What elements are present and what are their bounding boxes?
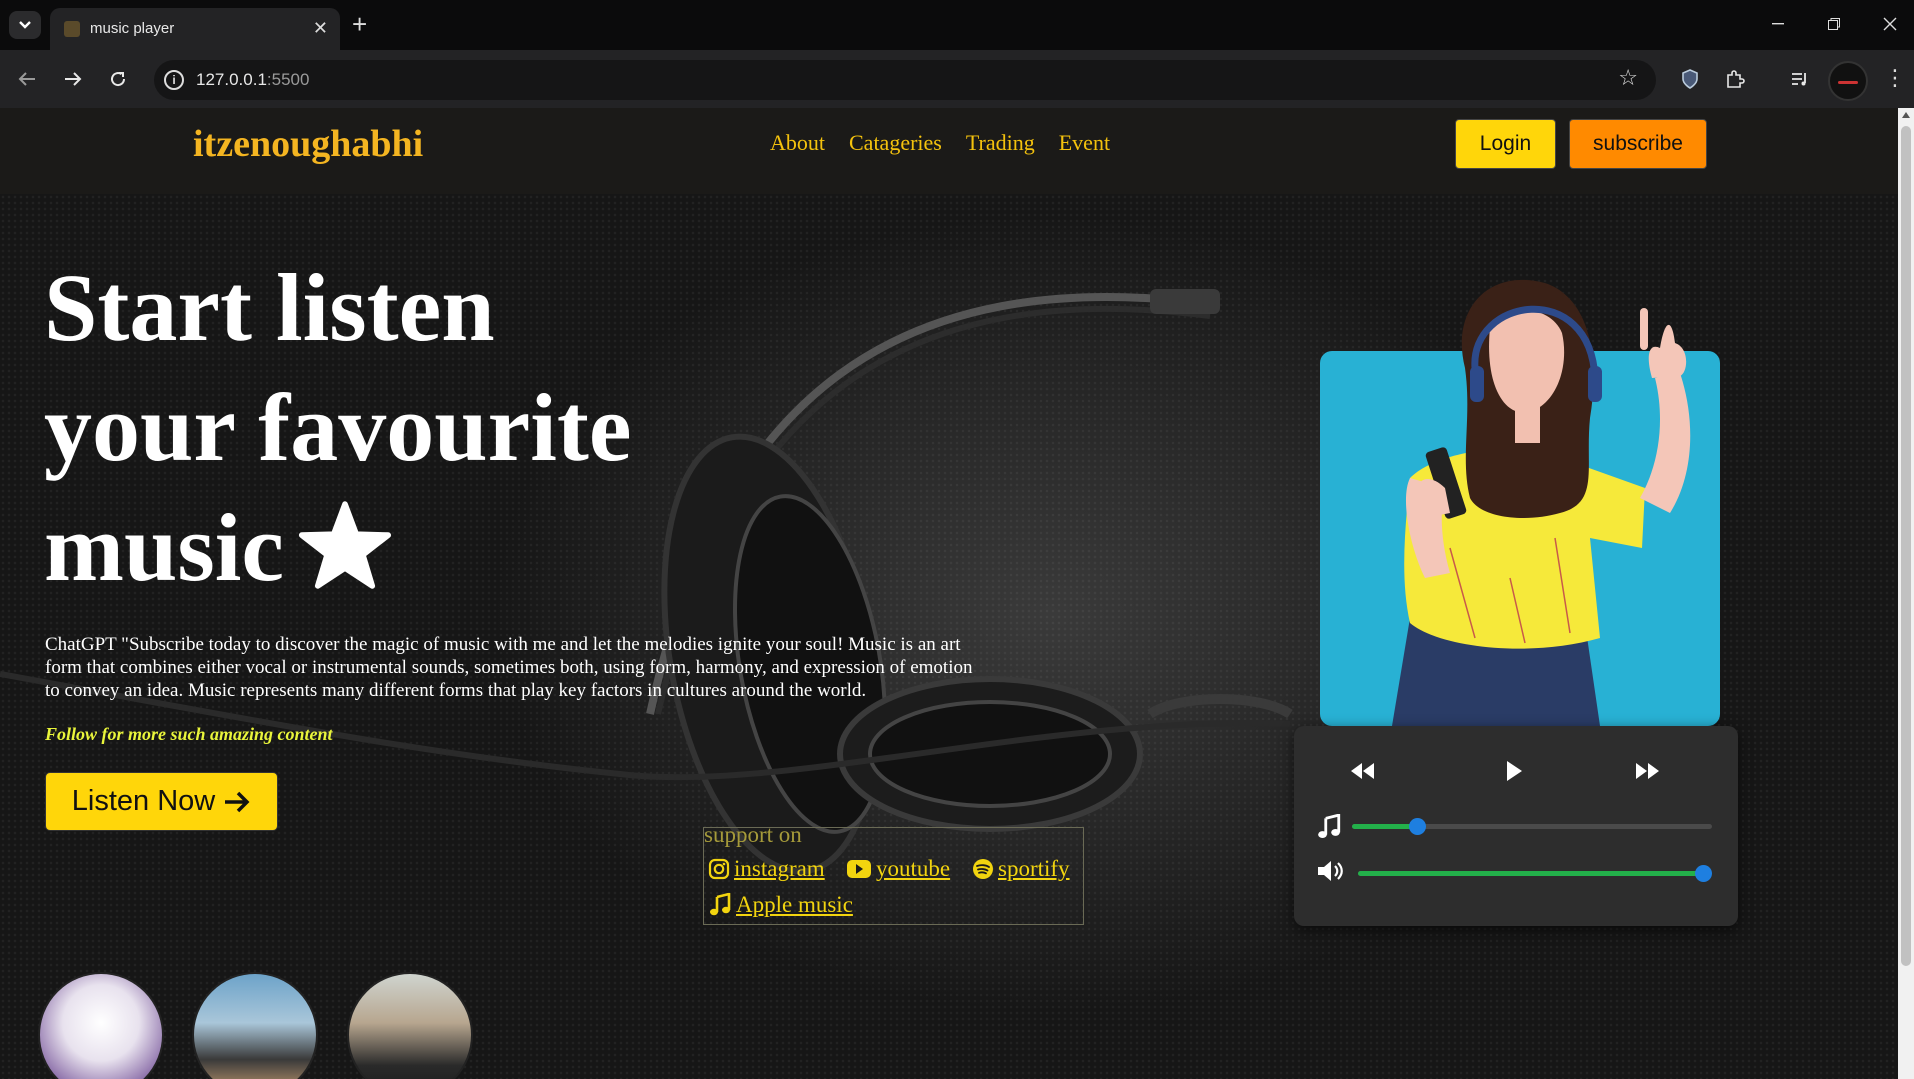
progress-knob[interactable] xyxy=(1408,818,1426,835)
arrow-right-icon xyxy=(225,791,250,812)
extensions-button[interactable] xyxy=(1722,66,1748,92)
volume-row xyxy=(1316,859,1720,889)
nav-links: About Catageries Trading Event xyxy=(770,130,1110,156)
play-icon xyxy=(1507,761,1522,781)
hero-title-line: your favourite xyxy=(44,374,632,481)
browser-tabstrip: music player ✕ + xyxy=(0,0,1914,50)
subscribe-button[interactable]: subscribe xyxy=(1569,119,1707,169)
nav-link-trading[interactable]: Trading xyxy=(966,130,1035,156)
progress-row xyxy=(1316,812,1720,842)
progress-fill xyxy=(1352,824,1417,829)
volume-knob[interactable] xyxy=(1694,865,1712,882)
scrollbar-thumb[interactable] xyxy=(1901,126,1911,966)
close-icon[interactable]: ✕ xyxy=(313,18,328,39)
scroll-up-icon[interactable] xyxy=(1902,112,1910,118)
site-info-icon[interactable]: i xyxy=(164,70,184,90)
browser-tab[interactable]: music player ✕ xyxy=(50,8,340,50)
back-button[interactable] xyxy=(12,64,42,94)
nav-link-categories[interactable]: Catageries xyxy=(849,130,942,156)
rewind-button[interactable] xyxy=(1346,754,1380,788)
arrow-left-icon xyxy=(18,72,35,86)
nav-link-about[interactable]: About xyxy=(770,130,825,156)
puzzle-icon xyxy=(1727,70,1745,88)
chevron-down-icon xyxy=(19,21,31,29)
new-tab-button[interactable]: + xyxy=(352,10,367,38)
hero-title-line: music xyxy=(44,494,284,601)
music-note-icon xyxy=(1318,814,1341,839)
music-player xyxy=(1294,726,1738,926)
volume-slider[interactable] xyxy=(1358,865,1712,882)
youtube-link[interactable]: youtube xyxy=(846,856,950,882)
youtube-icon xyxy=(847,860,871,878)
tab-search-button[interactable] xyxy=(9,11,41,39)
spotify-icon xyxy=(973,859,993,879)
reload-button[interactable] xyxy=(103,64,133,94)
shield-extension-icon[interactable] xyxy=(1677,66,1703,92)
window-close-button[interactable] xyxy=(1862,0,1914,48)
url-port: :5500 xyxy=(266,70,310,89)
restore-button[interactable] xyxy=(1806,0,1862,48)
restore-icon xyxy=(1828,18,1840,30)
url-text: 127.0.0.1:5500 xyxy=(196,70,309,90)
login-button[interactable]: Login xyxy=(1455,119,1556,169)
play-button[interactable] xyxy=(1497,754,1531,788)
media-control-button[interactable] xyxy=(1788,66,1814,92)
minimize-icon xyxy=(1772,23,1784,25)
site-navbar: itzenoughabhi About Catageries Trading E… xyxy=(0,108,1898,194)
address-bar[interactable]: i 127.0.0.1:5500 ☆ xyxy=(154,60,1656,100)
apple-music-link[interactable]: Apple music xyxy=(708,892,853,918)
url-host: 127.0.0.1 xyxy=(196,70,267,89)
hero-title-line-3: music xyxy=(44,488,764,618)
nav-link-event[interactable]: Event xyxy=(1059,130,1110,156)
rewind-icon xyxy=(1351,763,1374,779)
hero-description: ChatGPT "Subscribe today to discover the… xyxy=(45,634,973,701)
listen-now-button[interactable]: Listen Now xyxy=(45,772,278,831)
fast-forward-icon xyxy=(1636,763,1659,779)
site-logo[interactable]: itzenoughabhi xyxy=(193,122,423,166)
volume-icon xyxy=(1318,861,1343,881)
star-icon xyxy=(298,498,392,618)
music-note-icon xyxy=(710,893,731,916)
hero-title: Start listen your favourite music xyxy=(44,248,764,618)
spotify-label: sportify xyxy=(998,856,1070,881)
apple-music-label: Apple music xyxy=(736,892,853,917)
youtube-label: youtube xyxy=(876,856,951,881)
hero-title-line: Start listen xyxy=(44,254,495,361)
fast-forward-button[interactable] xyxy=(1630,754,1664,788)
arrow-right-icon xyxy=(65,72,82,86)
playlist-icon xyxy=(1792,73,1806,86)
bookmark-star-icon[interactable]: ☆ xyxy=(1618,66,1638,91)
instagram-label: instagram xyxy=(734,856,825,881)
favicon-icon xyxy=(64,21,80,37)
tab-title: music player xyxy=(90,20,175,37)
instagram-icon xyxy=(708,858,730,880)
reload-icon xyxy=(111,72,126,87)
progress-slider[interactable] xyxy=(1352,818,1712,835)
minimize-button[interactable] xyxy=(1750,0,1806,48)
page-scrollbar[interactable] xyxy=(1898,108,1914,1079)
profile-avatar[interactable] xyxy=(1828,61,1868,101)
follow-text: Follow for more such amazing content xyxy=(45,724,333,744)
support-box: support on instagram youtube sportify Ap… xyxy=(703,822,1084,925)
spotify-link[interactable]: sportify xyxy=(972,856,1070,882)
browser-menu-icon[interactable]: ⋮ xyxy=(1884,66,1906,92)
page-viewport: itzenoughabhi About Catageries Trading E… xyxy=(0,108,1898,1079)
listen-now-label: Listen Now xyxy=(71,785,216,817)
forward-button[interactable] xyxy=(58,64,88,94)
girl-listening-illustration xyxy=(1392,279,1691,726)
instagram-link[interactable]: instagram xyxy=(708,856,825,882)
volume-fill xyxy=(1358,871,1703,876)
shield-icon xyxy=(1682,69,1698,89)
close-icon xyxy=(1883,17,1897,31)
support-label: support on xyxy=(704,822,802,847)
